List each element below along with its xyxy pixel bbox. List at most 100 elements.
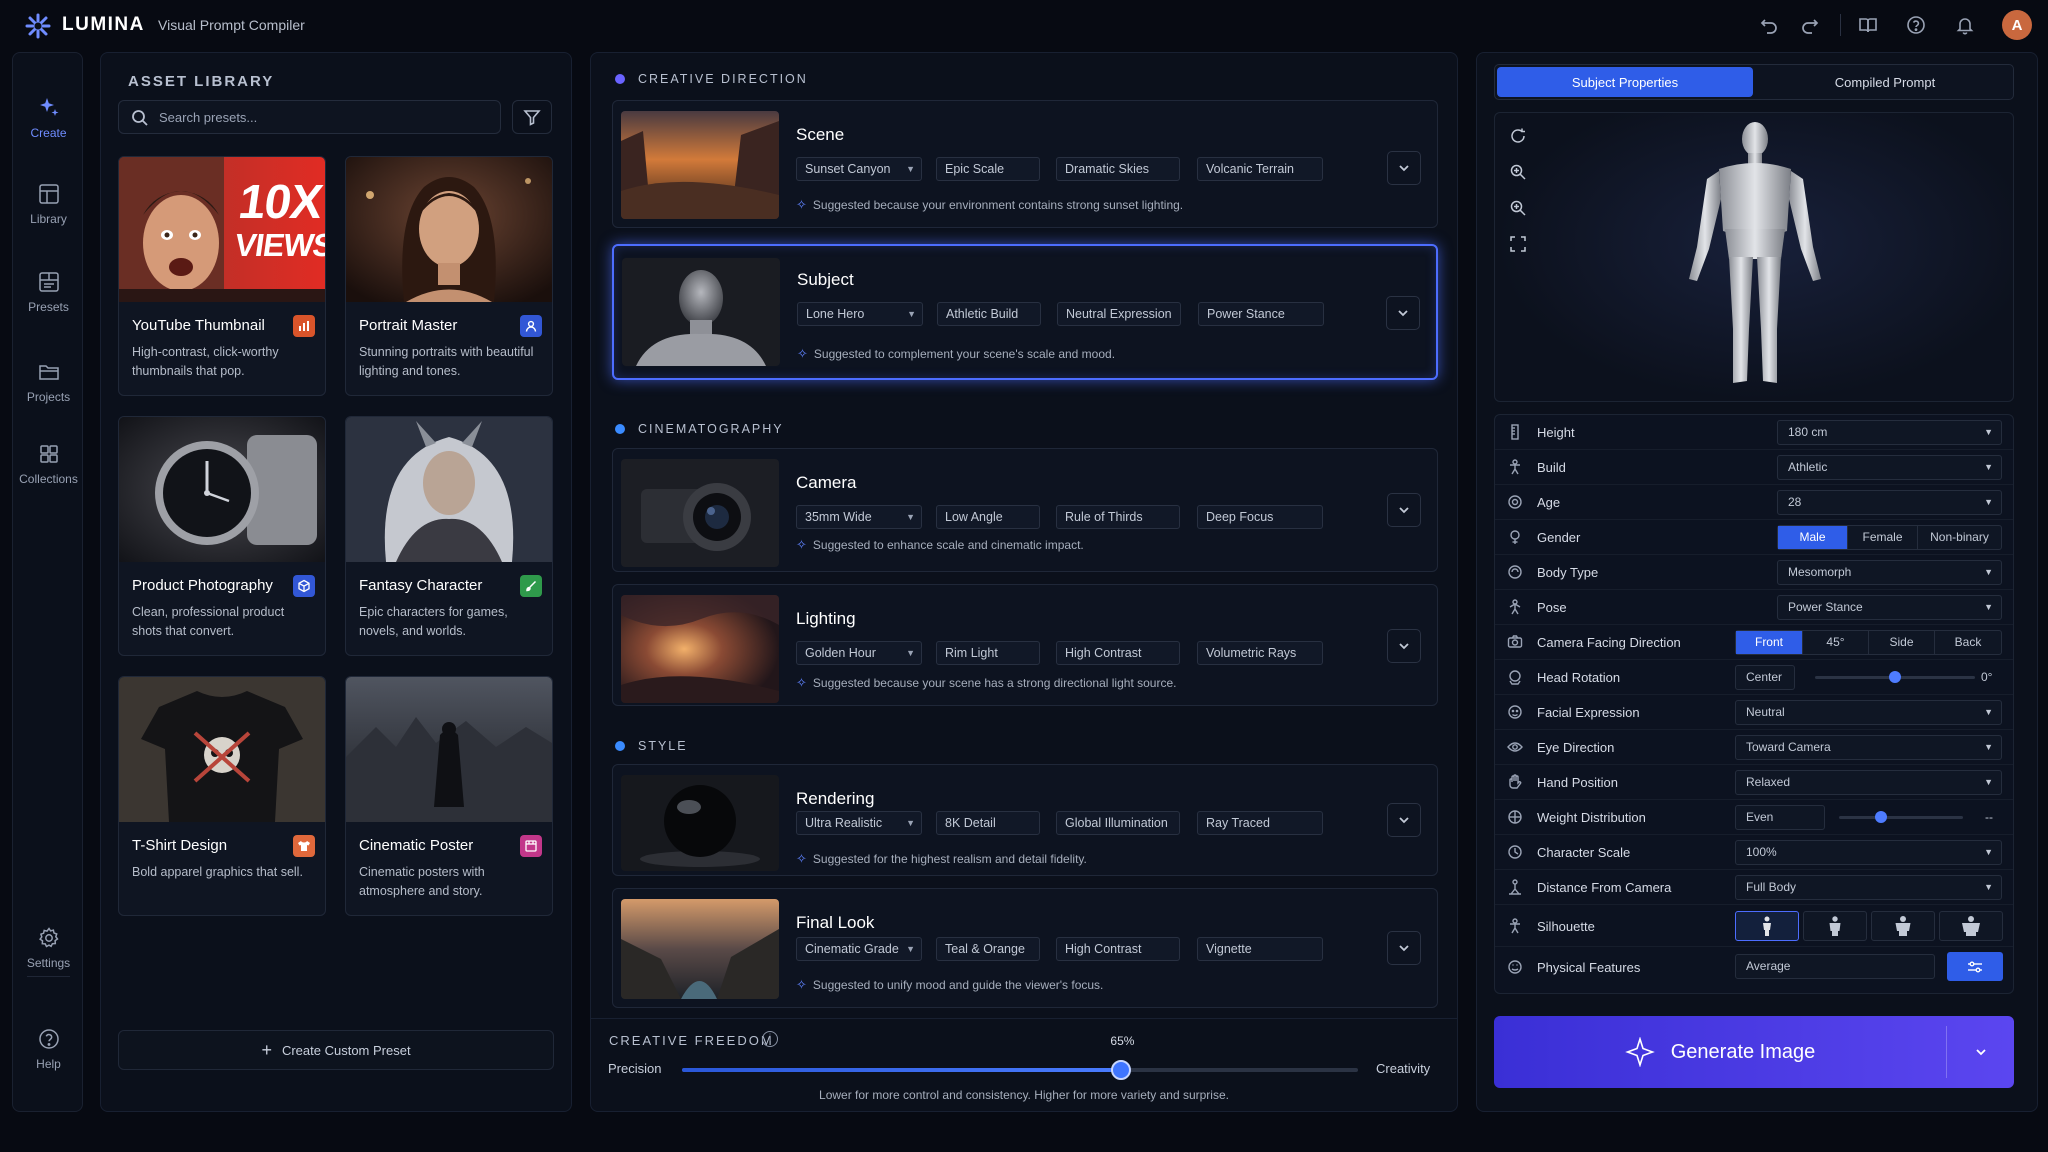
chip-dropdown[interactable]: Golden Hour ▼ [796, 641, 922, 665]
chip[interactable]: Low Angle [936, 505, 1040, 529]
eye-direction-select[interactable]: Toward Camera ▼ [1735, 735, 2002, 760]
help-circle-icon[interactable] [1903, 12, 1929, 38]
weight-distribution-slider-handle[interactable] [1875, 811, 1888, 823]
expand-button[interactable] [1386, 296, 1420, 330]
nav-item-create[interactable]: Create [13, 83, 84, 153]
bell-icon[interactable] [1952, 12, 1978, 38]
distance-select[interactable]: Full Body ▼ [1735, 875, 2002, 900]
facing-option-45[interactable]: 45° [1803, 631, 1869, 654]
silhouette-option-slim[interactable] [1735, 911, 1799, 941]
tab-compiled-prompt[interactable]: Compiled Prompt [1757, 67, 2013, 97]
preset-card-tshirt-design[interactable]: T-Shirt Design Bold apparel graphics tha… [118, 676, 326, 916]
nav-item-library[interactable]: Library [13, 169, 84, 239]
prompt-row-subject[interactable]: Subject Lone Hero ▼ Athletic Build Neutra… [612, 244, 1438, 380]
facing-option-front[interactable]: Front [1736, 631, 1803, 654]
chip[interactable]: Athletic Build [937, 302, 1041, 326]
head-rotation-slider-handle[interactable] [1889, 671, 1901, 683]
undo-icon[interactable] [1756, 12, 1782, 38]
prompt-row-camera[interactable]: Camera 35mm Wide ▼ Low Angle Rule of Thir… [612, 448, 1438, 572]
physical-features-value[interactable]: Average [1735, 954, 1935, 979]
preset-card-youtube-thumbnail[interactable]: 10X VIEWS YouTube Thumbnail High-contras… [118, 156, 326, 396]
pose-select[interactable]: Power Stance ▼ [1777, 595, 2002, 620]
filter-icon [523, 110, 541, 126]
nav-item-projects[interactable]: Projects [13, 347, 84, 417]
chip[interactable]: Volcanic Terrain [1197, 157, 1323, 181]
chip[interactable]: Epic Scale [936, 157, 1040, 181]
gender-option-non-binary[interactable]: Non-binary [1918, 526, 2001, 549]
chip[interactable]: Deep Focus [1197, 505, 1323, 529]
height-select[interactable]: 180 cm ▼ [1777, 420, 2002, 445]
row-title: Lighting [796, 609, 856, 628]
book-icon[interactable] [1855, 12, 1881, 38]
generate-options-dropdown[interactable] [1947, 1016, 2014, 1088]
nav-item-help[interactable]: Help [13, 1014, 84, 1084]
subject-3d-viewer[interactable] [1494, 112, 2014, 402]
chip[interactable]: Power Stance [1198, 302, 1324, 326]
facial-expression-select[interactable]: Neutral ▼ [1735, 700, 2002, 725]
rotate-icon[interactable] [1509, 127, 1531, 149]
tab-subject-properties[interactable]: Subject Properties [1497, 67, 1753, 97]
generate-image-button[interactable]: Generate Image [1494, 1016, 2014, 1088]
chip[interactable]: Volumetric Rays [1197, 641, 1323, 665]
prompt-row-scene[interactable]: Scene Sunset Canyon ▼ Epic Scale Dramatic… [612, 100, 1438, 228]
prop-facial-expression: Facial Expression Neutral ▼ [1495, 695, 2013, 730]
chip[interactable]: Ray Traced [1197, 811, 1323, 835]
chip[interactable]: 8K Detail [936, 811, 1040, 835]
gender-option-female[interactable]: Female [1848, 526, 1918, 549]
fullscreen-icon[interactable] [1509, 235, 1531, 257]
preset-card-fantasy-character[interactable]: Fantasy Character Epic characters for ga… [345, 416, 553, 656]
expand-button[interactable] [1387, 629, 1421, 663]
zoom-in-icon[interactable] [1509, 163, 1531, 185]
facing-option-back[interactable]: Back [1935, 631, 2001, 654]
expand-button[interactable] [1387, 151, 1421, 185]
expand-button[interactable] [1387, 931, 1421, 965]
nav-item-presets[interactable]: Presets [13, 257, 84, 327]
chip-dropdown[interactable]: Cinematic Grade ▼ [796, 937, 922, 961]
age-select[interactable]: 28 ▼ [1777, 490, 2002, 515]
hand-position-select[interactable]: Relaxed ▼ [1735, 770, 2002, 795]
build-select[interactable]: Athletic ▼ [1777, 455, 2002, 480]
chip[interactable]: Teal & Orange [936, 937, 1040, 961]
prompt-row-final-look[interactable]: Final Look Cinematic Grade ▼ Teal & Orang… [612, 888, 1438, 1008]
filter-button[interactable] [512, 100, 552, 134]
expand-button[interactable] [1387, 493, 1421, 527]
expand-button[interactable] [1387, 803, 1421, 837]
generate-image-main[interactable]: Generate Image [1494, 1016, 1946, 1088]
gender-option-male[interactable]: Male [1778, 526, 1848, 549]
chip[interactable]: Neutral Expression [1057, 302, 1181, 326]
zoom-out-icon[interactable] [1509, 199, 1531, 221]
search-input[interactable] [159, 101, 489, 133]
create-custom-preset-button[interactable]: + Create Custom Preset [118, 1030, 554, 1070]
chip[interactable]: Dramatic Skies [1056, 157, 1180, 181]
prompt-row-lighting[interactable]: Lighting Golden Hour ▼ Rim Light High Con… [612, 584, 1438, 706]
chip-dropdown[interactable]: Ultra Realistic ▼ [796, 811, 922, 835]
prompt-row-rendering[interactable]: Rendering Ultra Realistic ▼ 8K Detail Glo… [612, 764, 1438, 876]
weight-distribution-value[interactable]: Even [1735, 805, 1825, 830]
chip[interactable]: Vignette [1197, 937, 1323, 961]
preset-card-portrait-master[interactable]: Portrait Master Stunning portraits with … [345, 156, 553, 396]
preset-card-product-photography[interactable]: Product Photography Clean, professional … [118, 416, 326, 656]
preset-card-cinematic-poster[interactable]: Cinematic Poster Cinematic posters with … [345, 676, 553, 916]
chip[interactable]: High Contrast [1056, 937, 1180, 961]
adjust-features-button[interactable] [1947, 952, 2003, 981]
weight-distribution-track[interactable] [1839, 816, 1963, 819]
character-scale-select[interactable]: 100% ▼ [1735, 840, 2002, 865]
facing-option-side[interactable]: Side [1869, 631, 1935, 654]
info-icon[interactable]: i [762, 1031, 778, 1047]
silhouette-option-average[interactable] [1803, 911, 1867, 941]
chip[interactable]: Rim Light [936, 641, 1040, 665]
head-rotation-value[interactable]: Center [1735, 665, 1795, 690]
silhouette-option-heavy[interactable] [1939, 911, 2003, 941]
chip-dropdown[interactable]: Lone Hero ▼ [797, 302, 923, 326]
redo-icon[interactable] [1797, 12, 1823, 38]
chip[interactable]: High Contrast [1056, 641, 1180, 665]
body-type-select[interactable]: Mesomorph ▼ [1777, 560, 2002, 585]
nav-item-collections[interactable]: Collections [13, 429, 84, 499]
user-avatar[interactable]: A [2002, 10, 2032, 40]
chip[interactable]: Global Illumination [1056, 811, 1180, 835]
chip-dropdown[interactable]: Sunset Canyon ▼ [796, 157, 922, 181]
chip[interactable]: Rule of Thirds [1056, 505, 1180, 529]
nav-item-settings[interactable]: Settings [13, 913, 84, 983]
silhouette-option-broad[interactable] [1871, 911, 1935, 941]
chip-dropdown[interactable]: 35mm Wide ▼ [796, 505, 922, 529]
